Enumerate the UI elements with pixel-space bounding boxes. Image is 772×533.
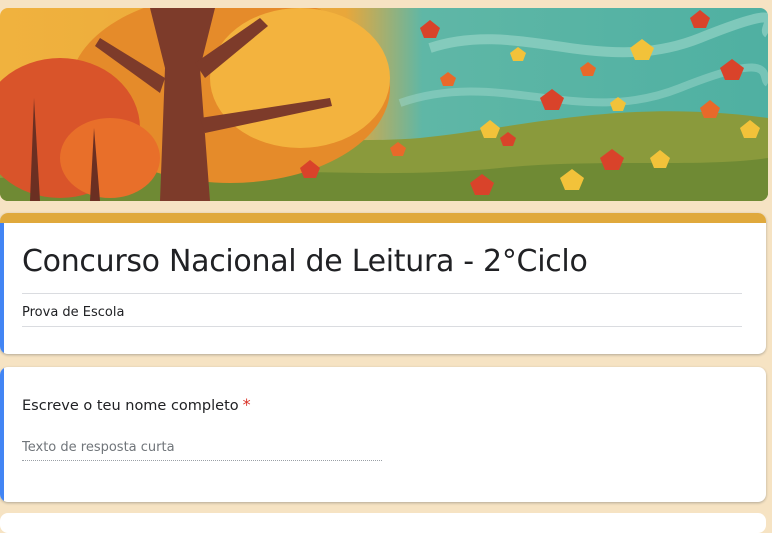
next-card-edge (0, 513, 766, 533)
form-title-card (0, 213, 766, 354)
question-label: Escreve o teu nome completo * (22, 395, 251, 414)
form-title: Concurso Nacional de Leitura - 2°Ciclo (22, 244, 588, 279)
short-answer-input[interactable] (22, 434, 382, 461)
accent-strip (0, 213, 766, 223)
focus-indicator-bar (0, 367, 4, 502)
description-divider (22, 326, 742, 327)
focus-indicator-bar (0, 223, 4, 354)
question-text: Escreve o teu nome completo (22, 398, 239, 414)
title-divider (22, 293, 742, 294)
form-description: Prova de Escola (22, 305, 125, 320)
required-asterisk: * (242, 395, 251, 414)
header-banner-image (0, 8, 768, 201)
